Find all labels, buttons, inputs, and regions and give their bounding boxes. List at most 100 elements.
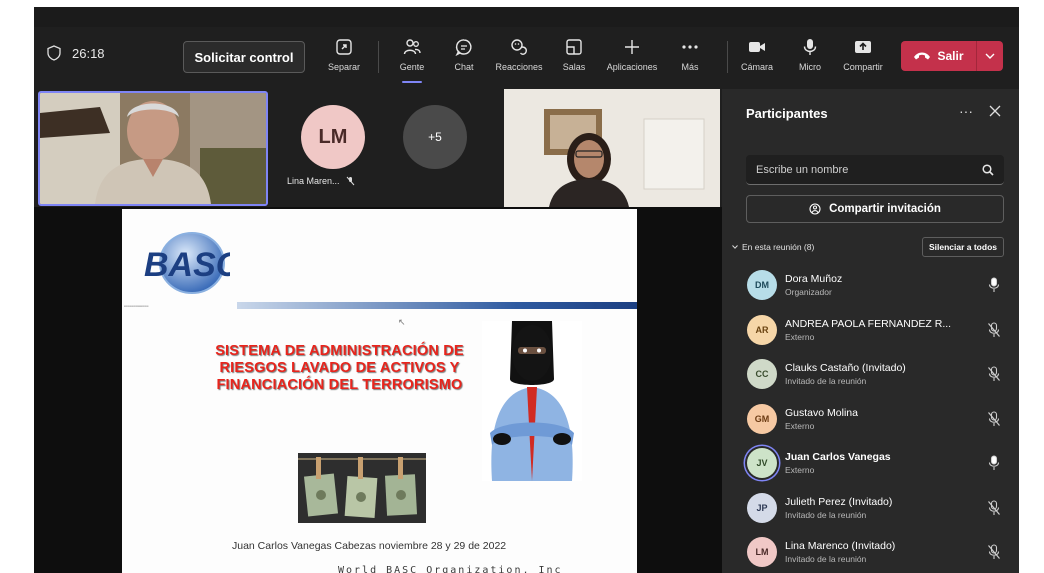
leave-main[interactable]: Salir xyxy=(901,49,976,63)
rooms-button[interactable]: Salas xyxy=(544,37,604,72)
share-invite-icon xyxy=(809,203,821,215)
mic-icon[interactable] xyxy=(987,277,1001,293)
participant-name: Gustavo Molina xyxy=(785,406,858,419)
mute-all-button[interactable]: Silenciar a todos xyxy=(921,237,1004,257)
lina-tile-name: Lina Maren... xyxy=(287,176,340,186)
mic-off-icon[interactable] xyxy=(987,321,1001,338)
participant-role: Organizador xyxy=(785,287,832,298)
section-toggle[interactable]: En esta reunión (8) xyxy=(732,242,814,252)
search-icon[interactable] xyxy=(982,163,994,176)
camera-button[interactable]: Cámara xyxy=(727,37,787,72)
teams-meeting-window: 26:18 Solicitar control Separar Gente Ch… xyxy=(34,7,1019,573)
video-tile-speaker[interactable] xyxy=(38,91,268,206)
share-icon xyxy=(855,41,871,53)
people-label: Gente xyxy=(399,62,425,72)
mic-icon xyxy=(803,39,817,55)
camera-icon xyxy=(749,42,765,52)
participant-list: DM Dora Muñoz Organizador AR ANDREA PAOLA FE… xyxy=(722,263,1019,573)
participant-row[interactable]: GM Gustavo Molina Externo xyxy=(722,397,1019,442)
toolbar-divider xyxy=(378,41,379,73)
section-label: En esta reunión (8) xyxy=(742,242,815,252)
more-label: Más xyxy=(681,62,699,72)
lina-avatar[interactable]: LM xyxy=(301,105,365,169)
chevron-down-icon xyxy=(985,53,995,59)
leave-button[interactable]: Salir xyxy=(901,41,1003,71)
reactions-button[interactable]: Reacciones xyxy=(489,37,549,72)
more-participants-avatar[interactable]: +5 xyxy=(403,105,467,169)
more-icon xyxy=(682,45,698,49)
chat-icon xyxy=(455,39,472,57)
people-button[interactable]: Gente xyxy=(382,37,442,83)
participant-name: Julieth Perez (Invitado) xyxy=(785,495,893,508)
participant-info: ANDREA PAOLA FERNANDEZ R... Externo xyxy=(785,318,975,342)
people-icon xyxy=(403,39,421,55)
participant-info: Lina Marenco (Invitado) Invitado de la re… xyxy=(785,540,975,564)
apps-button[interactable]: Aplicaciones xyxy=(602,37,662,72)
request-control-button[interactable]: Solicitar control xyxy=(183,41,305,73)
speaker-video-icon xyxy=(40,93,266,204)
chat-label: Chat xyxy=(454,62,474,72)
video-tile-participant[interactable] xyxy=(504,89,720,207)
participant-search[interactable] xyxy=(746,155,1004,185)
presentation-slide: BASC ▪▪▪▪▪▪▪▪▪▪▪▪▪▪▪▪▪▪▪▪▪▪▪ ↖ SISTEMA D… xyxy=(122,209,637,573)
close-icon[interactable] xyxy=(989,105,1001,117)
pop-out-icon xyxy=(336,39,352,55)
participant-role: Invitado de la reunión xyxy=(785,554,867,565)
rooms-icon xyxy=(566,39,582,55)
mic-off-icon[interactable] xyxy=(987,366,1001,382)
share-button[interactable]: Compartir xyxy=(833,37,893,72)
rooms-label: Salas xyxy=(562,62,586,72)
participant-row[interactable]: JV Juan Carlos Vanegas Externo xyxy=(722,441,1019,486)
thief-illustration xyxy=(482,321,582,481)
panel-actions: ··· xyxy=(959,103,1001,119)
basc-logo: BASC xyxy=(144,232,230,294)
more-button[interactable]: Más xyxy=(660,37,720,72)
leave-label: Salir xyxy=(937,49,964,63)
participant-name: Dora Muñoz xyxy=(785,273,843,286)
mic-button[interactable]: Micro xyxy=(780,37,840,72)
participant-video-icon xyxy=(504,89,720,207)
participant-info: Dora Muñoz Organizador xyxy=(785,273,975,297)
participant-row[interactable]: CC Clauks Castaño (Invitado) Invitado de l… xyxy=(722,352,1019,397)
chevron-down-icon xyxy=(732,245,738,249)
participant-avatar: JV xyxy=(747,448,777,479)
participant-row[interactable]: AR ANDREA PAOLA FERNANDEZ R... Externo xyxy=(722,308,1019,353)
shared-content-stage: BASC ▪▪▪▪▪▪▪▪▪▪▪▪▪▪▪▪▪▪▪▪▪▪▪ ↖ SISTEMA D… xyxy=(34,207,722,573)
hang-up-icon xyxy=(914,52,931,60)
slide-footer: World BASC Organization, Inc xyxy=(338,565,563,573)
panel-more-button[interactable]: ··· xyxy=(959,103,973,119)
share-invite-button[interactable]: Compartir invitación xyxy=(746,195,1004,223)
reactions-label: Reacciones xyxy=(495,62,543,72)
meeting-status: 26:18 xyxy=(46,45,105,61)
pop-out-label: Separar xyxy=(327,62,361,72)
participant-info: Julieth Perez (Invitado) Invitado de la r… xyxy=(785,496,975,520)
mic-off-icon[interactable] xyxy=(987,544,1001,560)
mic-off-icon[interactable] xyxy=(987,499,1001,516)
chat-button[interactable]: Chat xyxy=(434,37,494,72)
participant-info: Juan Carlos Vanegas Externo xyxy=(785,451,975,475)
in-meeting-section: En esta reunión (8) Silenciar a todos xyxy=(732,237,1004,257)
share-label: Compartir xyxy=(843,62,883,72)
mic-icon[interactable] xyxy=(987,455,1001,471)
meeting-timer: 26:18 xyxy=(72,45,105,61)
participant-row[interactable]: LM Lina Marenco (Invitado) Invitado de la … xyxy=(722,530,1019,573)
participant-avatar: DM xyxy=(747,270,777,301)
participant-avatar: AR xyxy=(747,314,777,345)
shield-icon xyxy=(47,45,61,61)
leave-options-button[interactable] xyxy=(977,53,1003,59)
mic-label: Micro xyxy=(799,62,821,72)
mouse-cursor-icon: ↖ xyxy=(398,317,406,327)
meeting-toolbar: 26:18 Solicitar control Separar Gente Ch… xyxy=(34,27,1019,89)
participant-row[interactable]: JP Julieth Perez (Invitado) Invitado de la… xyxy=(722,486,1019,531)
participant-role: Externo xyxy=(785,465,815,476)
search-input[interactable] xyxy=(756,163,982,176)
participant-avatar: JP xyxy=(747,492,777,523)
presenter-date-line: Juan Carlos Vanegas Cabezas noviembre 28… xyxy=(232,540,507,552)
participant-role: Invitado de la reunión xyxy=(785,509,867,520)
slide-title: SISTEMA DE ADMINISTRACIÓN DE RIESGOS LAV… xyxy=(215,343,464,393)
participant-row[interactable]: DM Dora Muñoz Organizador xyxy=(722,263,1019,308)
mic-off-icon[interactable] xyxy=(987,410,1001,427)
pop-out-button[interactable]: Separar xyxy=(314,37,374,72)
logo-tagline: ▪▪▪▪▪▪▪▪▪▪▪▪▪▪▪▪▪▪▪▪▪▪▪ xyxy=(124,304,149,308)
participant-avatar: CC xyxy=(747,359,777,390)
